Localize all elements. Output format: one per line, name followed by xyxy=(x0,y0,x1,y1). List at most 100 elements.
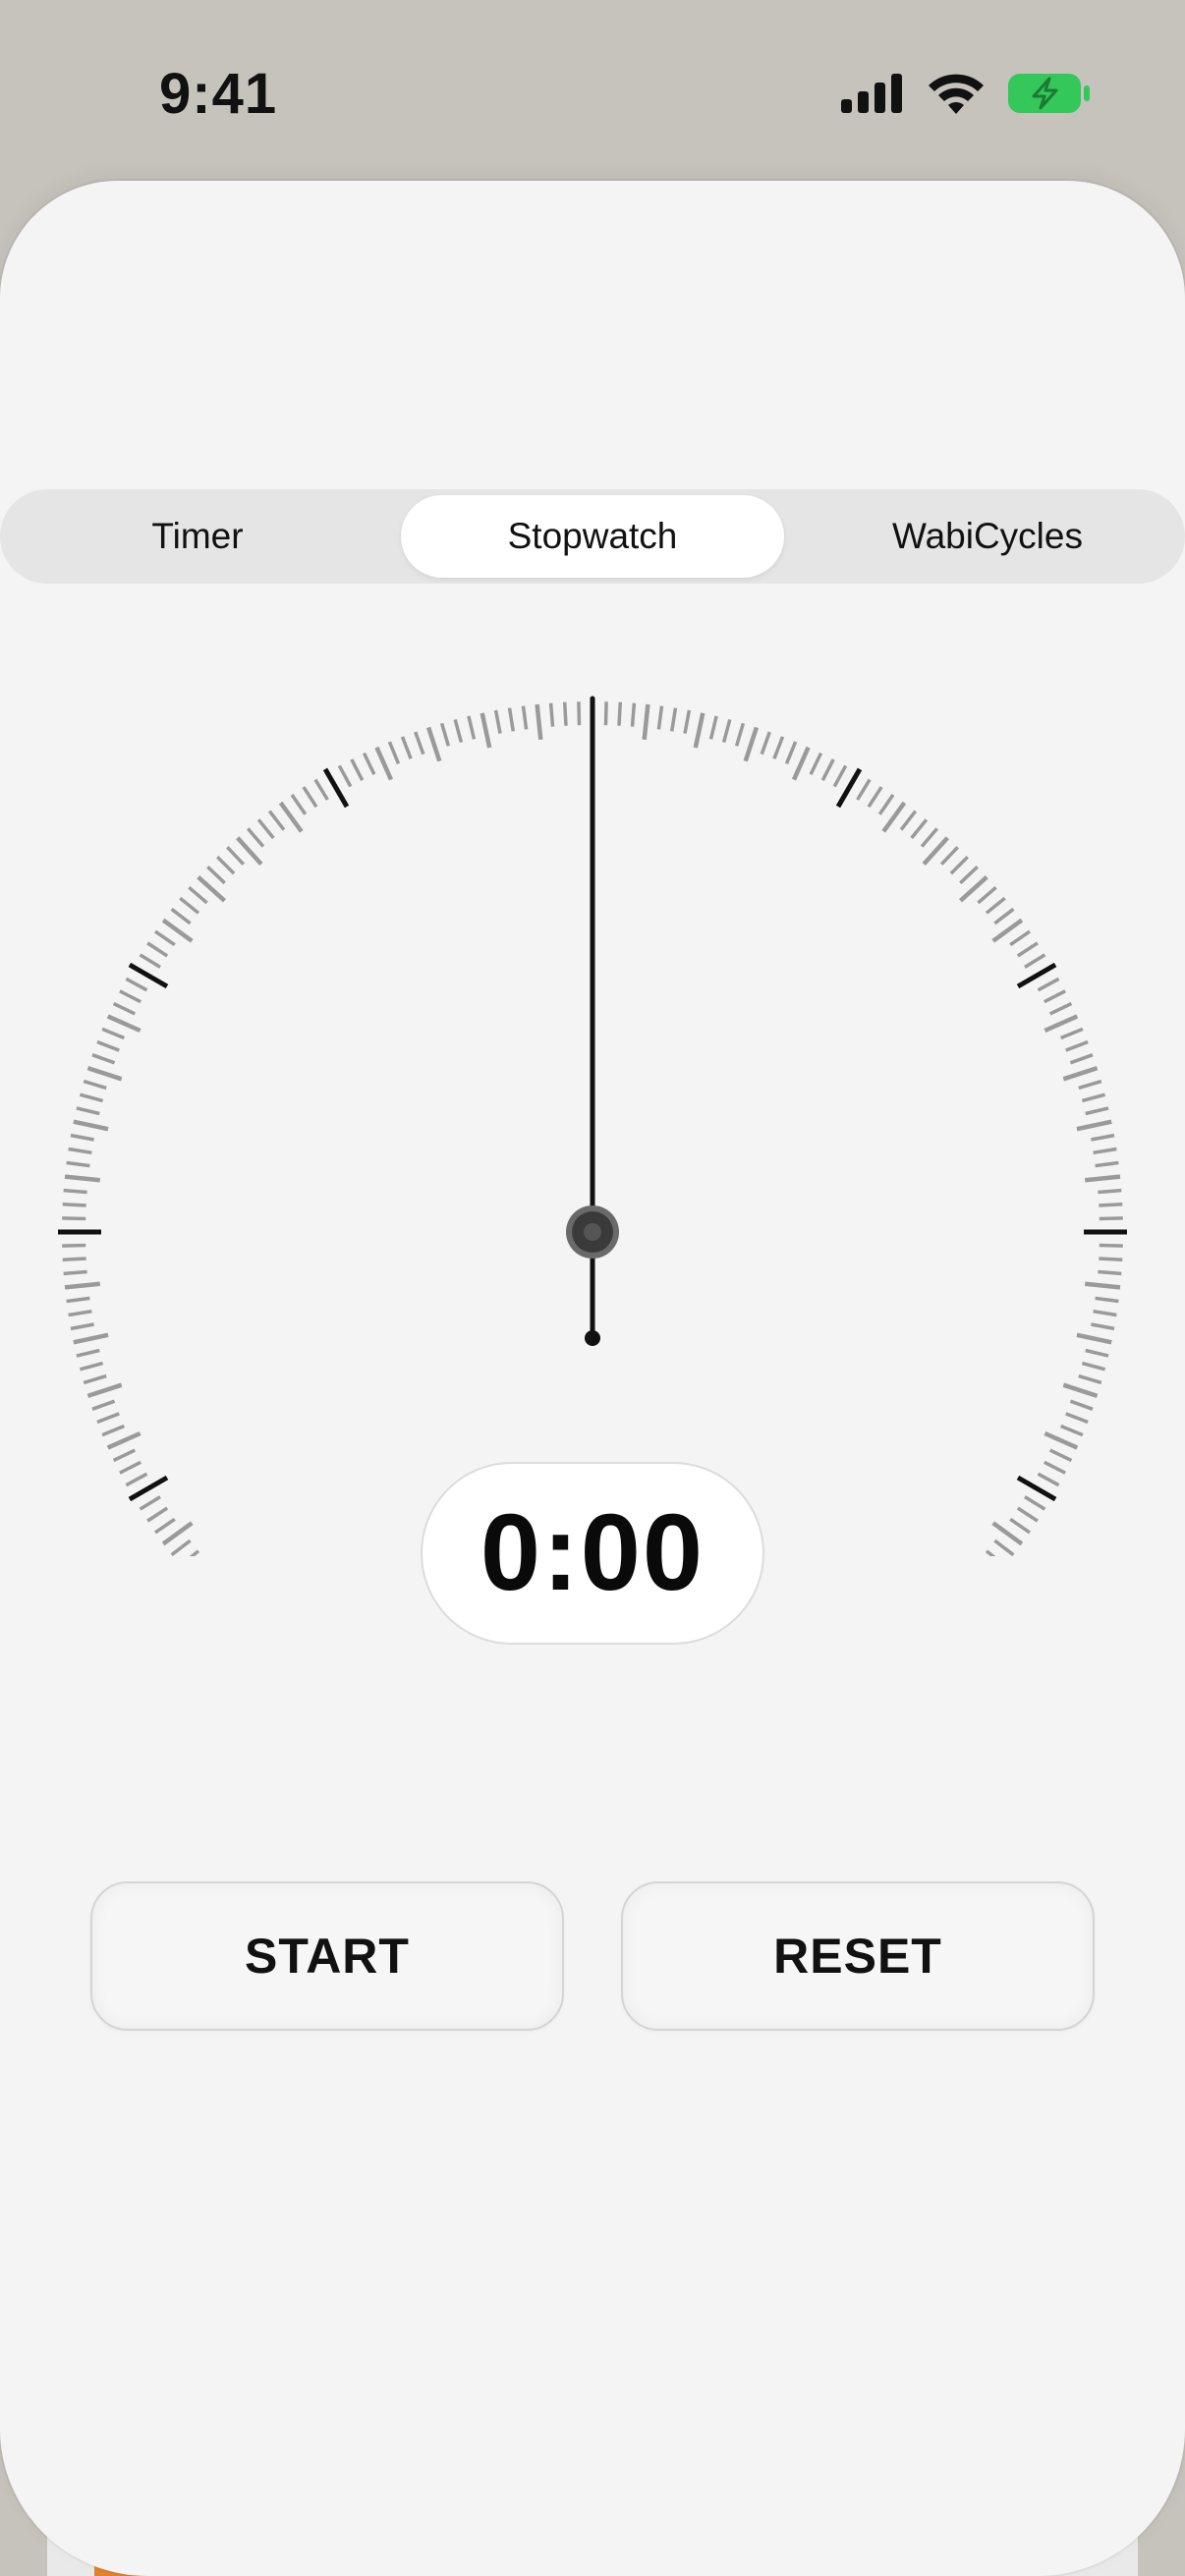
dial-minor-tick xyxy=(64,1281,101,1290)
dial-minor-tick xyxy=(106,1014,141,1034)
dial-minor-tick xyxy=(734,722,746,747)
dial-minor-tick xyxy=(721,718,732,744)
dial-minor-tick xyxy=(480,712,492,749)
dial-minor-tick xyxy=(820,758,835,781)
dial-minor-tick xyxy=(1065,1412,1089,1425)
dial-minor-tick xyxy=(1099,1243,1123,1248)
dial-minor-tick xyxy=(1095,1160,1119,1168)
dial-minor-tick xyxy=(387,741,401,764)
hand-pivot xyxy=(566,1205,619,1259)
start-button[interactable]: START xyxy=(90,1881,564,2031)
battery-charging-icon xyxy=(1008,72,1091,120)
dial-minor-tick xyxy=(1085,1106,1109,1116)
dial-minor-tick xyxy=(139,1495,161,1511)
dial-minor-tick xyxy=(400,736,413,759)
dial-minor-tick xyxy=(1016,1506,1039,1523)
dial-minor-tick xyxy=(1060,1424,1084,1437)
dial-minor-tick xyxy=(86,1382,123,1399)
dial-minor-tick xyxy=(683,709,692,734)
dial-minor-tick xyxy=(66,1160,90,1168)
dial-minor-tick xyxy=(493,709,502,734)
dial-minor-tick xyxy=(139,953,161,969)
cellular-signal-icon xyxy=(841,73,904,118)
dial-minor-tick xyxy=(337,764,353,788)
dial-minor-tick xyxy=(83,1079,107,1091)
dial-minor-tick xyxy=(350,758,365,781)
dial-minor-tick xyxy=(1078,1373,1102,1385)
dial-minor-tick xyxy=(414,731,425,756)
dial-minor-tick xyxy=(146,941,169,958)
dial-minor-tick xyxy=(170,907,192,925)
dial-minor-tick xyxy=(453,718,464,744)
dial-minor-tick xyxy=(68,1147,92,1155)
dial-minor-tick xyxy=(1037,977,1060,992)
dial-minor-tick xyxy=(62,1216,86,1221)
dial-minor-tick xyxy=(119,989,141,1004)
dial-minor-tick xyxy=(73,1332,109,1345)
dial-minor-tick xyxy=(791,746,811,781)
dial-minor-tick xyxy=(63,1269,87,1276)
dial-minor-tick xyxy=(1044,1460,1066,1475)
dial-minor-tick xyxy=(154,929,176,947)
dial-minor-tick xyxy=(1098,1269,1122,1276)
dial-minor-tick xyxy=(1078,1079,1102,1091)
dial-minor-tick xyxy=(1081,1361,1106,1372)
dial-minor-tick xyxy=(125,977,148,992)
dial-minor-tick xyxy=(1093,1309,1117,1317)
dial-minor-tick xyxy=(246,827,265,848)
dial-minor-tick xyxy=(73,1119,109,1132)
dial-minor-tick xyxy=(656,705,664,730)
dial-minor-tick xyxy=(899,810,918,831)
dial-minor-tick xyxy=(939,846,959,866)
dial-minor-tick xyxy=(772,736,785,759)
dial-minor-tick xyxy=(562,701,568,726)
dial-minor-tick xyxy=(1099,1216,1123,1221)
app-screen: 9:41 Timer Stopwatch WabiCycles 0:00 STA… xyxy=(0,0,1185,2576)
dial-minor-tick xyxy=(96,1412,120,1425)
dial-minor-tick xyxy=(642,703,650,741)
dial-minor-tick xyxy=(439,722,451,747)
dial-minor-tick xyxy=(1062,1065,1099,1082)
dial-minor-tick xyxy=(290,794,308,815)
dial-minor-tick xyxy=(1009,1517,1031,1535)
status-bar: 9:41 xyxy=(0,0,1185,187)
dial-minor-tick xyxy=(949,855,970,875)
dial-minor-tick xyxy=(809,752,823,776)
dial-minor-tick xyxy=(62,1243,86,1248)
dial-minor-tick xyxy=(215,855,236,875)
dial-minor-tick xyxy=(669,707,678,732)
dial-minor-tick xyxy=(535,703,543,741)
dial-minor-tick xyxy=(112,1448,137,1463)
dial-minor-tick xyxy=(1091,1322,1115,1331)
dial-minor-tick xyxy=(1095,1296,1119,1304)
dial-minor-tick xyxy=(832,764,848,788)
dial-minor-tick xyxy=(977,885,997,905)
dial-minor-tick xyxy=(784,741,798,764)
dial-minor-tick xyxy=(630,702,637,727)
dial-minor-tick xyxy=(1044,1430,1079,1450)
reset-button[interactable]: RESET xyxy=(621,1881,1095,2031)
dial-minor-tick xyxy=(64,1174,101,1183)
dial-minor-tick xyxy=(206,866,226,885)
dial-minor-tick xyxy=(112,1001,137,1016)
dial-minor-tick xyxy=(68,1309,92,1317)
dial-minor-tick xyxy=(146,1506,169,1523)
dial-minor-tick xyxy=(101,1424,125,1437)
dial-minor-tick xyxy=(985,1549,996,1556)
dial-minor-tick xyxy=(1084,1281,1121,1290)
dial-minor-tick xyxy=(1044,989,1066,1004)
dial-minor-tick xyxy=(91,1053,116,1065)
dial-minor-tick xyxy=(1024,953,1046,969)
dial-minor-tick xyxy=(1099,1257,1123,1262)
dial-minor-tick xyxy=(1085,1348,1109,1358)
dial-minor-tick xyxy=(226,846,246,866)
dial-minor-tick xyxy=(76,1106,100,1116)
dial-minor-tick xyxy=(577,701,582,726)
dial-minor-tick xyxy=(302,786,318,809)
dial-minor-tick xyxy=(1048,1001,1073,1016)
dial-minor-tick xyxy=(1084,1174,1121,1183)
dial-minor-tick xyxy=(1076,1332,1112,1345)
dial-minor-tick xyxy=(125,1472,148,1487)
dial-minor-tick xyxy=(79,1092,104,1103)
dial-minor-tick xyxy=(1024,1495,1046,1511)
